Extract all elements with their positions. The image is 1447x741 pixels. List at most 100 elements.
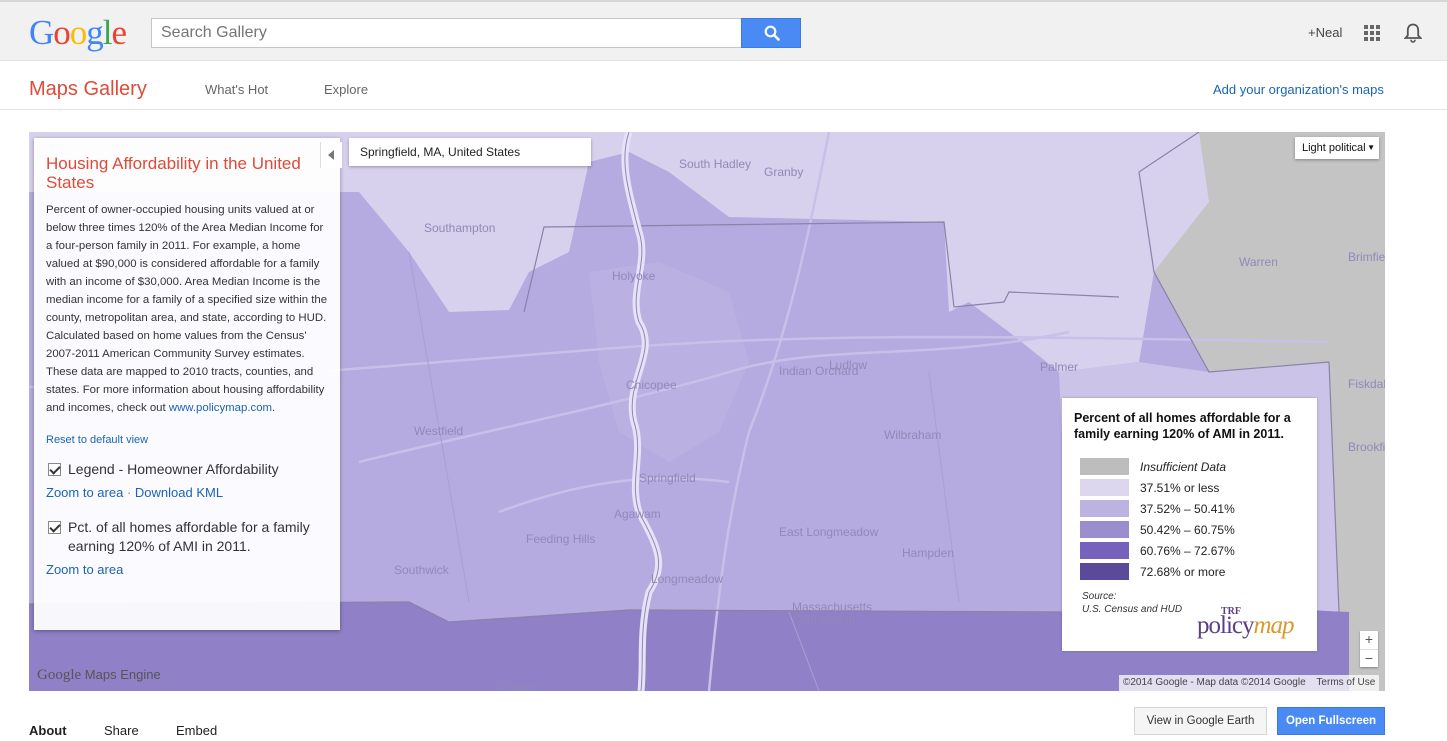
policymap-logo-policy: policy [1197, 612, 1254, 639]
legend-items: Insufficient Data 37.51% or less 37.52% – … [1080, 456, 1305, 582]
logo-letter: G [29, 13, 54, 52]
tab-about[interactable]: About [29, 723, 67, 738]
legend-swatch [1080, 563, 1129, 580]
nav-whats-hot[interactable]: What's Hot [205, 82, 268, 97]
zoom-in-button[interactable]: + [1360, 631, 1378, 649]
place-label: South Hadley [679, 157, 752, 171]
maps-engine-label: Maps Engine [84, 667, 161, 682]
place-label: Warren [1239, 255, 1278, 269]
place-label: Brimfield [1348, 250, 1385, 264]
top-bar: Google +Neal [0, 0, 1447, 61]
layer-legend-links: Zoom to area · Download KML [46, 483, 328, 502]
maps-gallery-brand[interactable]: Maps Gallery [29, 78, 147, 101]
google-logo[interactable]: Google [29, 13, 127, 52]
open-fullscreen-button[interactable]: Open Fullscreen [1277, 707, 1385, 735]
basemap-selected-label: Light political [1302, 142, 1366, 154]
place-label: Westfield [414, 424, 464, 438]
google-wordmark: Google [37, 667, 82, 683]
legend-swatch [1080, 521, 1129, 538]
link-separator: · [123, 485, 135, 500]
map-description: Percent of owner-occupied housing units … [46, 201, 328, 417]
collapse-panel-button[interactable] [320, 142, 342, 168]
legend-item: 50.42% – 60.75% [1080, 519, 1305, 540]
map-title: Housing Affordability in the United Stat… [46, 154, 301, 192]
place-label: East Longmeadow [779, 525, 879, 539]
user-profile-link[interactable]: +Neal [1308, 25, 1342, 40]
logo-letter: l [102, 13, 113, 52]
place-label: Holyoke [612, 269, 656, 283]
zoom-to-area-link[interactable]: Zoom to area [46, 485, 123, 500]
policymap-logo: TRF policymap [1197, 604, 1313, 644]
map-attribution: ©2014 Google - Map data ©2014 Google Ter… [1119, 675, 1380, 691]
terms-of-use-link[interactable]: Terms of Use [1316, 677, 1375, 688]
search-button[interactable] [741, 18, 801, 48]
description-period: . [272, 402, 276, 414]
map-viewer[interactable]: South Hadley Granby Southampton Holyoke … [29, 132, 1385, 691]
place-label: Southampton [424, 221, 496, 235]
place-label: Enfield [499, 682, 536, 691]
map-legend: Percent of all homes affordable for a fa… [1062, 398, 1317, 651]
view-in-google-earth-button[interactable]: View in Google Earth [1134, 707, 1267, 735]
map-description-text: Percent of owner-occupied housing units … [46, 204, 328, 414]
bell-icon[interactable] [1404, 23, 1422, 43]
policymap-logo-wordmark: policymap [1197, 612, 1295, 640]
place-label: Indian Orchard [779, 364, 859, 378]
legend-label: 37.52% – 50.41% [1140, 501, 1235, 516]
policymap-link[interactable]: www.policymap.com [169, 402, 272, 414]
legend-label: 60.76% – 72.67% [1140, 543, 1235, 558]
download-kml-link[interactable]: Download KML [135, 485, 223, 500]
place-label: Feeding Hills [526, 532, 596, 546]
legend-source-label: Source: [1082, 591, 1117, 602]
nav-explore[interactable]: Explore [324, 82, 368, 97]
legend-item: 60.76% – 72.67% [1080, 540, 1305, 561]
map-info-panel: Housing Affordability in the United Stat… [34, 138, 342, 630]
place-label: Palmer [1040, 360, 1079, 374]
zoom-out-button[interactable]: − [1360, 649, 1378, 667]
legend-swatch [1080, 458, 1129, 475]
layer-legend-checkbox[interactable] [48, 463, 61, 476]
legend-label: 37.51% or less [1140, 480, 1220, 495]
place-label: Connecticut [792, 612, 856, 626]
layer-legend-label: Legend - Homeowner Affordability [68, 461, 279, 477]
place-label: Springfield [639, 471, 696, 485]
layer-affordability-label: Pct. of all homes affordable for a famil… [68, 519, 310, 554]
place-label: Granby [764, 165, 804, 179]
basemap-selector[interactable]: Light political ▼ [1295, 137, 1379, 159]
legend-swatch [1080, 479, 1129, 496]
policymap-logo-map: map [1253, 612, 1295, 639]
place-label: Wilbraham [884, 428, 942, 442]
reset-default-view-link[interactable]: Reset to default view [46, 434, 328, 446]
search-input[interactable] [151, 18, 742, 48]
zoom-control: + − [1360, 631, 1378, 667]
place-label: Brookfield [1348, 440, 1385, 454]
apps-grid-icon[interactable] [1364, 25, 1380, 41]
logo-letter: g [86, 13, 103, 52]
legend-item: Insufficient Data [1080, 456, 1305, 477]
add-organization-maps-link[interactable]: Add your organization's maps [1213, 82, 1384, 97]
chevron-down-icon: ▼ [1367, 143, 1375, 152]
tab-share[interactable]: Share [104, 723, 139, 738]
place-label: Chicopee [626, 378, 677, 392]
legend-label: 72.68% or more [1140, 564, 1226, 579]
maps-engine-logo: Google Maps Engine [37, 667, 161, 684]
place-label: Longmeadow [651, 572, 724, 586]
magnifier-icon [764, 25, 780, 41]
location-search-field[interactable]: Springfield, MA, United States [349, 138, 591, 166]
legend-item: 72.68% or more [1080, 561, 1305, 582]
chevron-left-icon [328, 150, 334, 160]
zoom-to-area-link[interactable]: Zoom to area [46, 562, 123, 577]
gallery-nav: Maps Gallery What's Hot Explore Add your… [0, 61, 1447, 110]
place-label: Southwick [394, 563, 449, 577]
legend-swatch [1080, 500, 1129, 517]
tab-embed[interactable]: Embed [176, 723, 217, 738]
legend-label: Insufficient Data [1140, 459, 1227, 474]
layer-affordability: Pct. of all homes affordable for a famil… [46, 518, 328, 579]
layer-affordability-checkbox[interactable] [48, 521, 61, 534]
legend-title: Percent of all homes affordable for a fa… [1074, 411, 1291, 441]
layer-legend: Legend - Homeowner Affordability Zoom to… [46, 460, 328, 502]
map-data-credit: ©2014 Google - Map data ©2014 Google [1123, 677, 1306, 688]
place-label: Fiskdale [1348, 377, 1385, 391]
place-label: Hampden [902, 546, 955, 560]
legend-swatch [1080, 542, 1129, 559]
legend-item: 37.51% or less [1080, 477, 1305, 498]
